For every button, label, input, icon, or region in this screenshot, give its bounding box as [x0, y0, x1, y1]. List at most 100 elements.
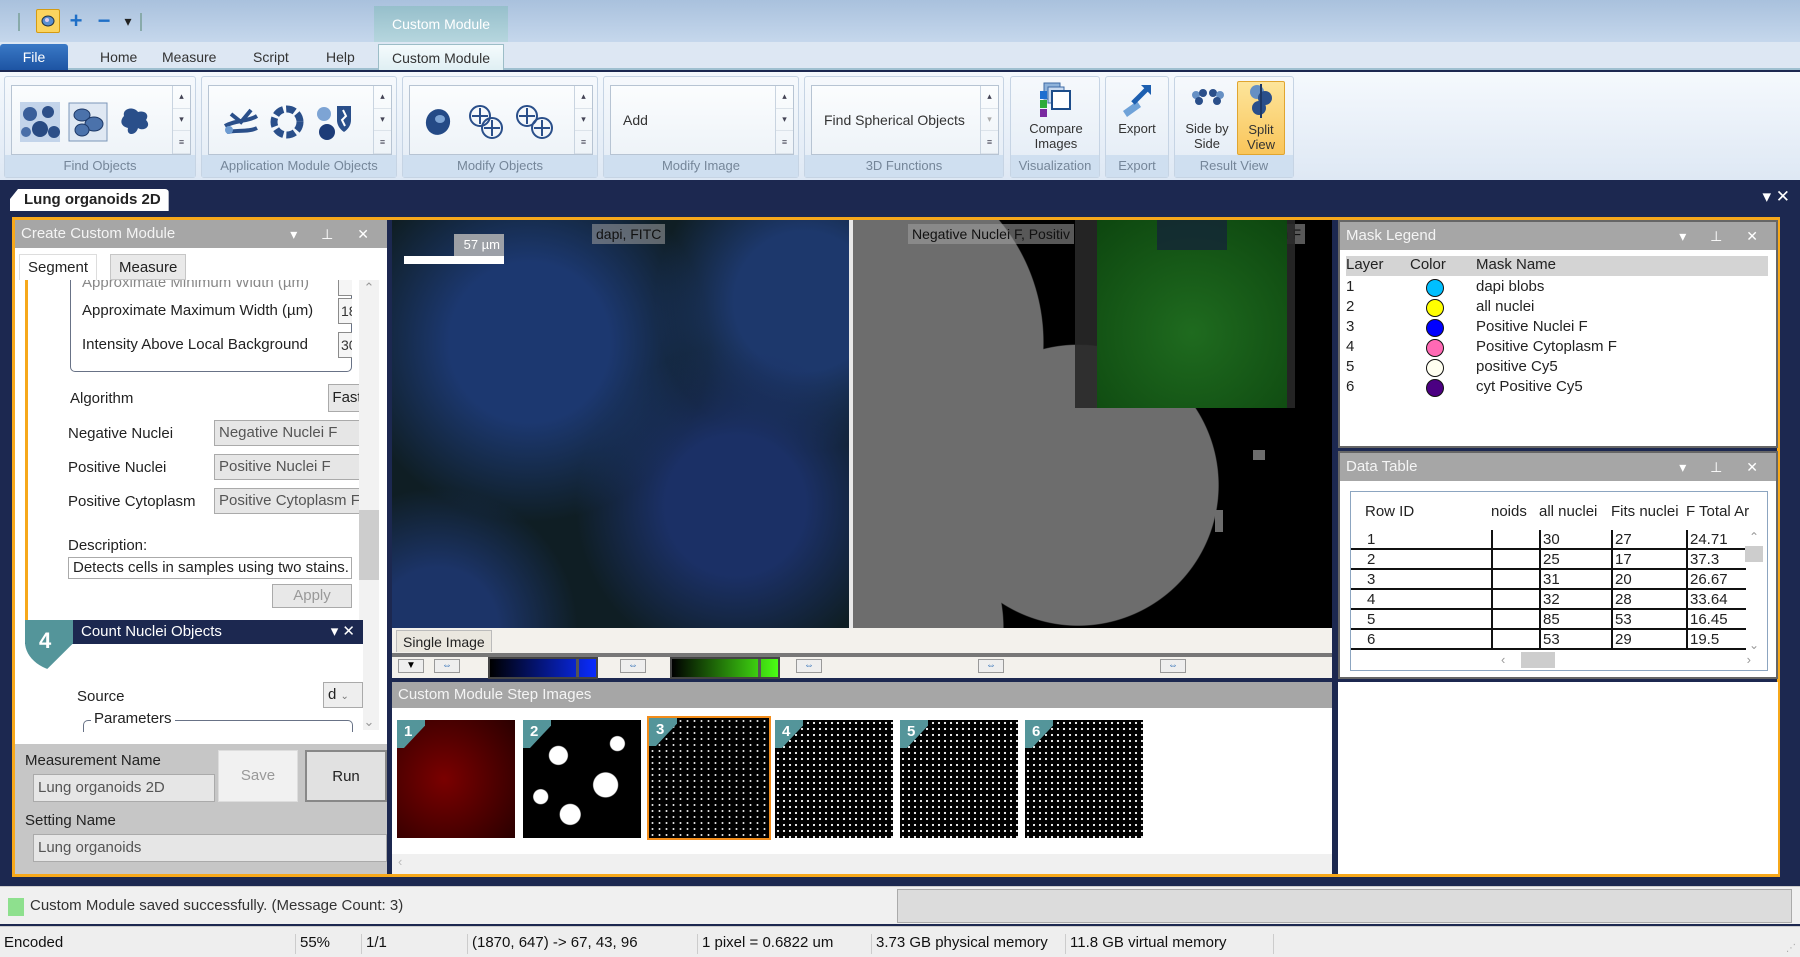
modify-image-selected[interactable]: Add	[623, 112, 648, 128]
side-by-side-button[interactable]: Side by Side	[1181, 81, 1233, 155]
cells-icon[interactable]	[20, 102, 60, 142]
mask-color-swatch[interactable]	[1426, 319, 1444, 337]
scrollbar-thumb[interactable]	[1745, 546, 1763, 562]
table-cell[interactable]: 3	[1365, 570, 1491, 590]
scroll-left-icon[interactable]: ‹	[398, 854, 402, 869]
home-image-icon[interactable]	[36, 9, 60, 33]
vertical-scrollbar[interactable]: ⌃ ⌄	[1745, 530, 1763, 652]
panel-controls[interactable]: ▾ ⊥ ✕	[1679, 453, 1768, 481]
mask-color-swatch[interactable]	[1426, 379, 1444, 397]
compare-images-button[interactable]: Compare Images	[1019, 81, 1093, 155]
apply-button[interactable]: Apply	[272, 584, 352, 608]
data-grid[interactable]: Row ID noids all nuclei Fits nuclei F To…	[1350, 491, 1768, 671]
legend-row[interactable]: 5 positive Cy5	[1346, 358, 1766, 378]
table-cell[interactable]: 53	[1611, 610, 1686, 630]
step-image-3[interactable]: 3	[647, 716, 771, 840]
table-cell[interactable]: 32	[1539, 590, 1611, 610]
step-image-1[interactable]: 1	[397, 720, 515, 838]
ring-icon[interactable]	[267, 102, 307, 142]
scrollbar-thumb[interactable]	[359, 510, 379, 580]
gallery-down-icon[interactable]: ▾	[981, 109, 998, 132]
param-value-min-width[interactable]	[338, 280, 352, 296]
table-row[interactable]: 2 25 17 37.3	[1351, 550, 1746, 570]
single-image-tab[interactable]: Single Image	[396, 630, 492, 652]
gallery-scroller[interactable]: ▴ ▾ ≡	[373, 86, 391, 155]
column-header[interactable]: Fits nuclei	[1611, 500, 1679, 524]
positive-cytoplasm-field[interactable]: Positive Cytoplasm F	[214, 488, 362, 514]
legend-row[interactable]: 3 Positive Nuclei F	[1346, 318, 1766, 338]
nucleus-icon[interactable]	[418, 102, 458, 142]
column-header[interactable]: noids	[1491, 500, 1527, 524]
histogram-handle[interactable]	[758, 659, 761, 677]
column-header[interactable]: all nuclei	[1539, 500, 1597, 524]
table-cell[interactable]: 4	[1365, 590, 1491, 610]
tab-measure[interactable]: Measure	[150, 44, 228, 70]
mask-color-swatch[interactable]	[1426, 279, 1444, 297]
panel-controls[interactable]: ▾ ⊥ ✕	[290, 220, 379, 248]
tab-file[interactable]: File	[0, 44, 68, 70]
gallery-down-icon[interactable]: ▾	[575, 109, 592, 132]
document-close-controls[interactable]: ▾ ✕	[1762, 187, 1790, 207]
document-tab[interactable]: Lung organoids 2D	[10, 189, 169, 211]
tab-script[interactable]: Script	[241, 44, 301, 70]
tab-segment[interactable]: Segment	[19, 254, 98, 280]
table-row[interactable]: 4 32 28 33.64	[1351, 590, 1746, 610]
gallery-scroller[interactable]: ▴ ▾ ≡	[775, 86, 793, 155]
gallery-expand-icon[interactable]: ≡	[981, 131, 998, 155]
legend-row[interactable]: 4 Positive Cytoplasm F	[1346, 338, 1766, 358]
gallery-expand-icon[interactable]: ≡	[374, 131, 391, 155]
gallery-down-icon[interactable]: ▾	[173, 109, 190, 132]
gallery-up-icon[interactable]: ▴	[374, 86, 391, 109]
table-cell[interactable]: 6	[1365, 630, 1491, 650]
range-arrow-icon[interactable]: ⇔	[1160, 659, 1186, 673]
blob-shape-icon[interactable]	[116, 102, 156, 142]
description-field[interactable]: Detects cells in samples using two stain…	[68, 557, 352, 579]
table-cell[interactable]: 26.67	[1686, 570, 1746, 590]
table-cell[interactable]: 30	[1539, 530, 1611, 550]
3d-functions-selected[interactable]: Find Spherical Objects	[824, 112, 965, 128]
tab-help[interactable]: Help	[314, 44, 367, 70]
dropdown-icon[interactable]: ▼	[398, 659, 424, 673]
table-cell[interactable]: 27	[1611, 530, 1686, 550]
range-arrow-icon[interactable]: ⇔	[796, 659, 822, 673]
clustered-cells-icon[interactable]	[68, 102, 108, 142]
image-viewer[interactable]: 57 µm dapi, FITC Negative Nuclei F, Posi…	[392, 220, 1332, 628]
param-value-intensity[interactable]: 30	[338, 332, 352, 358]
scroll-left-icon[interactable]: ‹	[1501, 652, 1505, 667]
overview-thumbnail[interactable]	[1075, 220, 1295, 408]
plus-icon[interactable]: +	[64, 8, 88, 33]
gallery-up-icon[interactable]: ▴	[776, 86, 793, 109]
gallery-up-icon[interactable]: ▴	[575, 86, 592, 109]
run-button[interactable]: Run	[305, 750, 387, 802]
table-cell[interactable]	[1491, 570, 1539, 590]
table-row[interactable]: 1 30 27 24.71	[1351, 530, 1746, 550]
3d-functions-gallery[interactable]: Find Spherical Objects ▴ ▾ ≡	[811, 85, 999, 155]
legend-row[interactable]: 1 dapi blobs	[1346, 278, 1766, 298]
table-cell[interactable]: 20	[1611, 570, 1686, 590]
tab-home[interactable]: Home	[88, 44, 149, 70]
overview-thumbnail-image[interactable]	[1097, 220, 1287, 408]
split-view-button[interactable]: Split View	[1237, 81, 1285, 155]
table-cell[interactable]	[1491, 550, 1539, 570]
column-header[interactable]: F Total Ar	[1686, 500, 1749, 524]
table-row[interactable]: 5 85 53 16.45	[1351, 610, 1746, 630]
gallery-scroller[interactable]: ▴ ▾ ≡	[980, 86, 998, 155]
table-cell[interactable]: 37.3	[1686, 550, 1746, 570]
mask-color-swatch[interactable]	[1426, 339, 1444, 357]
viewport-indicator[interactable]	[1157, 220, 1227, 250]
source-select[interactable]: d ⌄	[323, 682, 363, 708]
separate-objects-icon[interactable]	[514, 102, 554, 142]
scroll-up-icon[interactable]: ⌃	[1745, 530, 1763, 544]
table-cell[interactable]: 29	[1611, 630, 1686, 650]
step-image-6[interactable]: 6	[1025, 720, 1143, 838]
blue-channel-histogram[interactable]	[488, 657, 598, 679]
gallery-expand-icon[interactable]: ≡	[173, 131, 190, 155]
mask-color-swatch[interactable]	[1426, 359, 1444, 377]
gallery-down-icon[interactable]: ▾	[776, 109, 793, 132]
gallery-up-icon[interactable]: ▴	[981, 86, 998, 109]
scroll-right-icon[interactable]: ›	[1747, 652, 1751, 667]
column-header[interactable]: Row ID	[1365, 500, 1414, 524]
table-cell[interactable]: 25	[1539, 550, 1611, 570]
gallery-up-icon[interactable]: ▴	[173, 86, 190, 109]
scrollbar-thumb[interactable]	[1521, 652, 1555, 668]
